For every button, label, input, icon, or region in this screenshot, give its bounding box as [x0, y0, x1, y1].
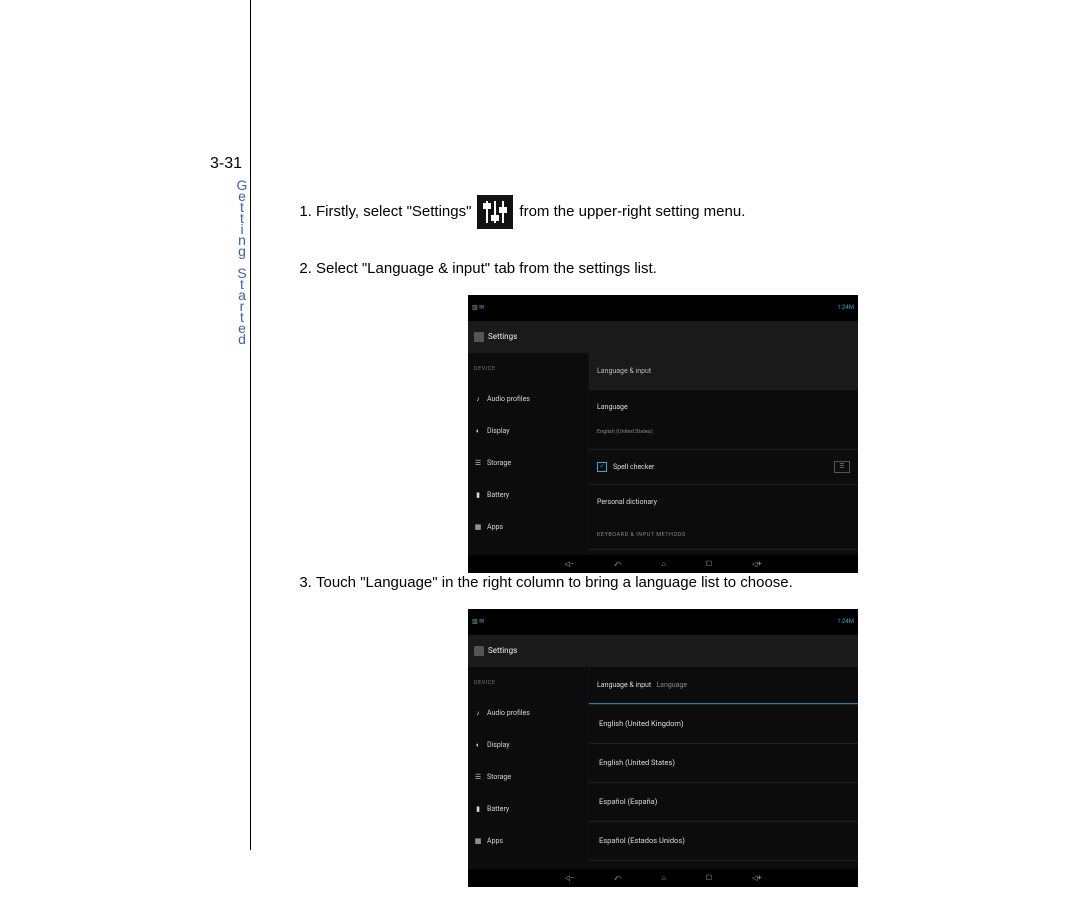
sidebar-item-storage[interactable]: ☰ Storage	[468, 761, 588, 793]
settings-sidebar: DEVICE ♪ Audio profiles ◐ Display ☰ Storage…	[468, 667, 589, 869]
settings-app-icon	[474, 332, 484, 342]
audio-icon: ♪	[474, 709, 482, 717]
sliders-icon[interactable]: ☰	[834, 461, 850, 473]
panel-item-dictionary[interactable]: Personal dictionary	[589, 484, 858, 519]
sidebar-item-storage[interactable]: ☰ Storage	[468, 447, 588, 479]
nav-vol-up[interactable]: ◁+	[752, 866, 761, 890]
statusbar-left-icons: ▥ ✉	[472, 610, 484, 634]
panel-item-title: Language	[597, 395, 850, 419]
sidebar-item-label: Storage	[487, 765, 511, 789]
panel-item-spellchecker[interactable]: ✓ Spell checker ☰	[589, 449, 858, 484]
panel-breadcrumb: Language & input Language	[589, 667, 858, 704]
section-label-vertical: Getting Started	[232, 180, 252, 345]
sidebar-item-label: Apps	[487, 829, 503, 853]
language-option[interactable]: Español (España)	[589, 782, 858, 821]
sidebar-item-apps[interactable]: ▦ Apps	[468, 511, 588, 543]
sidebar-item-label: Audio profiles	[487, 701, 530, 725]
sidebar-item-label: Apps	[487, 515, 503, 539]
apps-icon: ▦	[474, 523, 482, 531]
checkbox-icon[interactable]: ✓	[597, 462, 607, 472]
nav-back-icon[interactable]: ⤺	[614, 866, 621, 890]
sidebar-section-device: DEVICE	[468, 353, 588, 383]
sidebar-item-label: Display	[487, 733, 510, 757]
battery-icon: ▮	[474, 805, 482, 813]
panel-section-keyboard: KEYBOARD & INPUT METHODS	[589, 519, 858, 549]
battery-icon: ▮	[474, 491, 482, 499]
step-3: Touch "Language" in the right column to …	[316, 571, 1010, 857]
step-1: Firstly, select "Settings" from the uppe…	[316, 195, 1010, 229]
language-option[interactable]: Español (Estados Unidos)	[589, 821, 858, 860]
step-2: Select "Language & input" tab from the s…	[316, 257, 1010, 543]
tablet-statusbar: ▥ ✉ 1:24M	[468, 609, 858, 635]
language-option[interactable]: Filipino	[589, 860, 858, 869]
tablet-title: Settings	[488, 325, 517, 349]
audio-icon: ♪	[474, 395, 482, 403]
sidebar-item-label: Battery	[487, 483, 509, 507]
tablet-statusbar: ▥ ✉ 1:24M	[468, 295, 858, 321]
sidebar-item-label: Storage	[487, 451, 511, 475]
step-2-text: Select "Language & input" tab from the s…	[316, 260, 657, 277]
sidebar-item-audio[interactable]: ♪ Audio profiles	[468, 697, 588, 729]
settings-sidebar: DEVICE ♪ Audio profiles ◐ Display ☰ Storage…	[468, 353, 589, 555]
sidebar-item-display[interactable]: ◐ Display	[468, 729, 588, 761]
apps-icon: ▦	[474, 837, 482, 845]
nav-vol-down[interactable]: ◁−	[565, 866, 574, 890]
settings-panel: Language & input Language English (Unite…	[589, 353, 858, 555]
instruction-list: Firstly, select "Settings" from the uppe…	[290, 195, 1010, 857]
language-option[interactable]: English (United States)	[589, 743, 858, 782]
content-area: Firstly, select "Settings" from the uppe…	[290, 195, 1010, 885]
manual-page: 3-31 Getting Started Firstly, select "Se…	[0, 0, 1080, 906]
step-3-text: Touch "Language" in the right column to …	[316, 574, 793, 591]
step-1-text-b: from the upper-right setting menu.	[519, 200, 745, 224]
panel-item-title: Spell checker	[613, 455, 828, 479]
nav-home-icon[interactable]: ⌂	[662, 866, 666, 890]
language-list-panel: Language & input Language English (Unite…	[589, 667, 858, 869]
vertical-divider	[250, 0, 251, 850]
sidebar-item-label: Audio profiles	[487, 387, 530, 411]
panel-item-default-kb[interactable]: Default English (US) - Android Keyboard …	[589, 549, 858, 555]
screenshot-2: ▥ ✉ 1:24M Settings DEVICE ♪ Audio profile…	[468, 609, 858, 857]
storage-icon: ☰	[474, 773, 482, 781]
breadcrumb-parent[interactable]: Language & input	[597, 681, 651, 689]
panel-item-language[interactable]: Language English (United States)	[589, 389, 858, 449]
settings-sliders-icon	[477, 195, 513, 229]
sidebar-item-apps[interactable]: ▦ Apps	[468, 825, 588, 857]
settings-app-icon	[474, 646, 484, 656]
tablet-navbar: ◁− ⤺ ⌂ ☐ ◁+	[468, 869, 858, 887]
sidebar-item-display[interactable]: ◐ Display	[468, 415, 588, 447]
tablet-title: Settings	[488, 639, 517, 663]
panel-item-title: Personal dictionary	[597, 490, 850, 514]
sidebar-item-label: Battery	[487, 797, 509, 821]
nav-recent-icon[interactable]: ☐	[706, 866, 712, 890]
panel-item-subtitle: English (United States)	[597, 420, 850, 444]
sidebar-section-device: DEVICE	[468, 667, 588, 697]
panel-header: Language & input	[589, 353, 858, 389]
step-1-text-a: Firstly, select "Settings"	[316, 200, 471, 224]
tablet-titlebar: Settings	[468, 635, 858, 667]
statusbar-time: 1:24M	[837, 296, 854, 320]
breadcrumb-current: Language	[656, 681, 687, 689]
sidebar-item-battery[interactable]: ▮ Battery	[468, 793, 588, 825]
language-option[interactable]: English (United Kingdom)	[589, 704, 858, 743]
display-icon: ◐	[474, 427, 482, 435]
sidebar-item-audio[interactable]: ♪ Audio profiles	[468, 383, 588, 415]
screenshot-1: ▥ ✉ 1:24M Settings DEVICE ♪ Audio profile…	[468, 295, 858, 543]
page-number: 3-31	[210, 155, 242, 173]
tablet-titlebar: Settings	[468, 321, 858, 353]
sidebar-item-label: Display	[487, 419, 510, 443]
sidebar-item-battery[interactable]: ▮ Battery	[468, 479, 588, 511]
display-icon: ◐	[474, 741, 482, 749]
statusbar-left-icons: ▥ ✉	[472, 296, 484, 320]
statusbar-time: 1:24M	[837, 610, 854, 634]
storage-icon: ☰	[474, 459, 482, 467]
